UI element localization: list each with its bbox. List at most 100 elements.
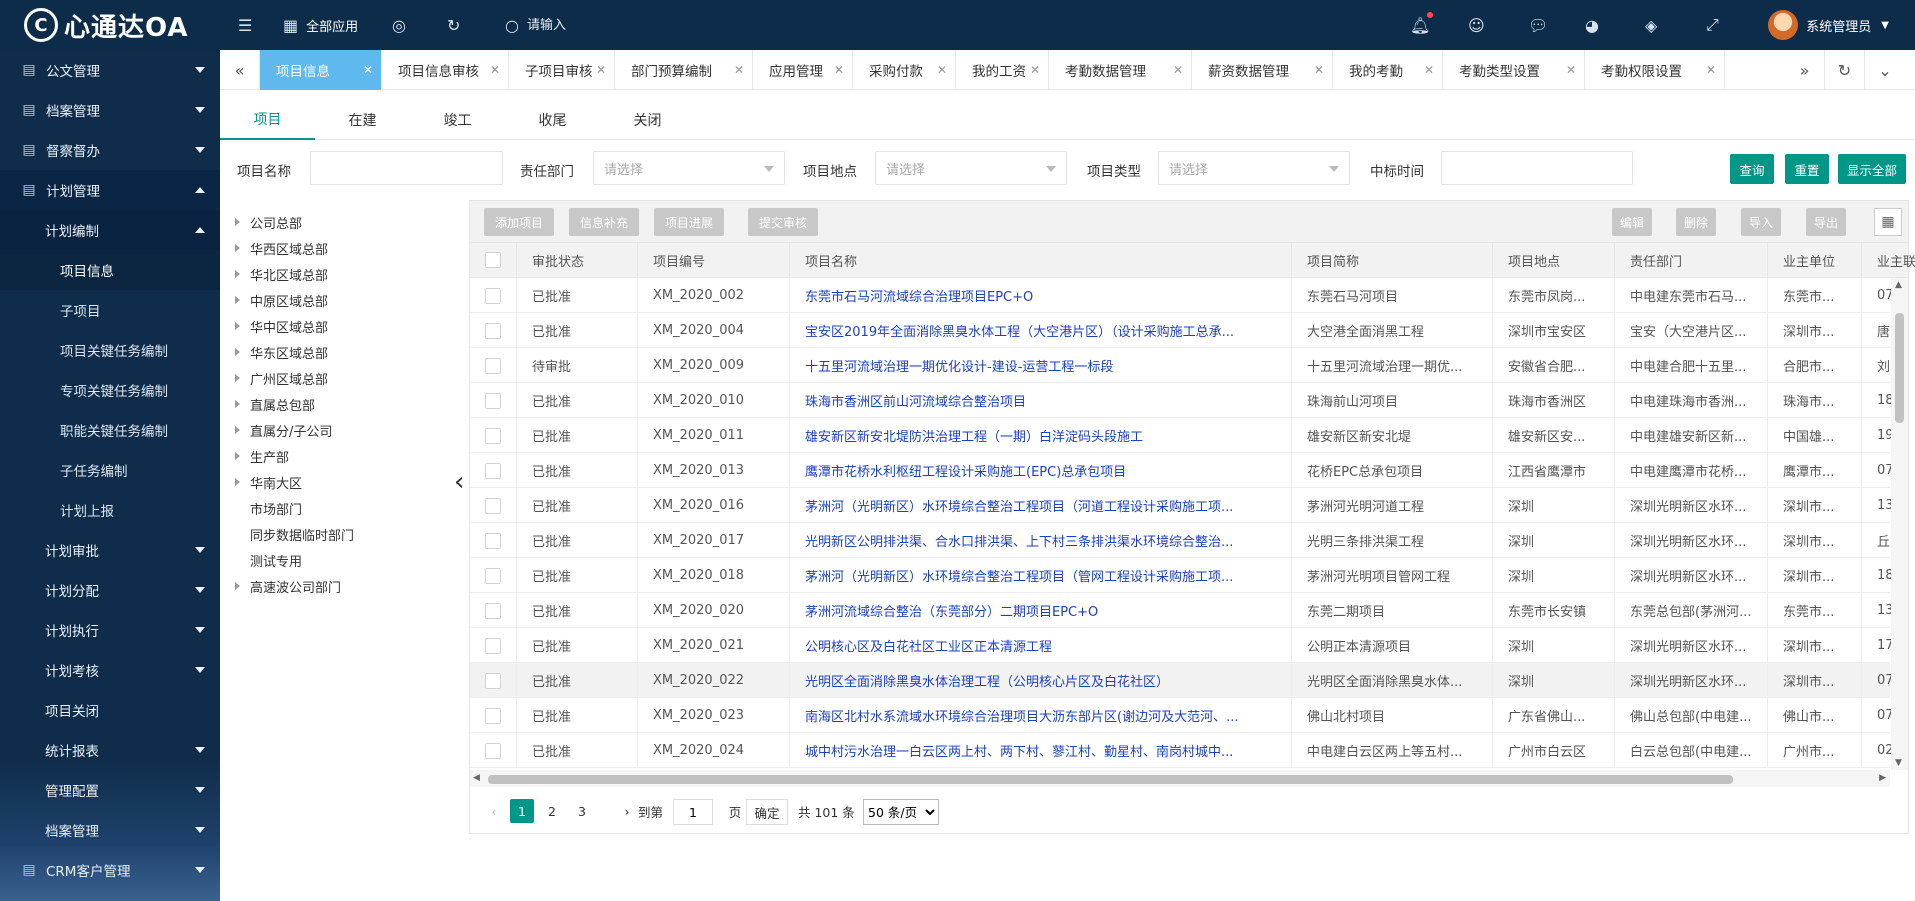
project-name-link[interactable]: 东莞市石马河流域综合治理项目EPC+O	[790, 278, 1292, 313]
chevron-right-icon[interactable]	[235, 296, 240, 304]
subtab[interactable]: 关闭	[600, 100, 695, 140]
sidebar-item[interactable]: 项目关闭	[0, 690, 220, 730]
subtab[interactable]: 收尾	[505, 100, 600, 140]
tab[interactable]: 应用管理 ✕	[753, 50, 853, 90]
table-row[interactable]: 已批准 XM_2020_002 东莞市石马河流域综合治理项目EPC+O 东莞石马河项目…	[470, 278, 1894, 313]
sidebar-item[interactable]: 职能关键任务编制	[0, 410, 220, 450]
toolbar-button[interactable]: 导出	[1806, 208, 1846, 236]
project-name-link[interactable]: 茅洲河（光明新区）水环境综合整治工程项目（管网工程设计采购施工项...	[790, 558, 1292, 593]
column-settings-icon[interactable]: ▦	[1874, 208, 1902, 236]
tab[interactable]: 我的考勤 ✕	[1333, 50, 1443, 90]
row-checkbox[interactable]	[485, 428, 501, 444]
contacts-icon[interactable]: ☺	[1468, 14, 1485, 36]
collapse-tree-chevron-icon[interactable]: ‹	[454, 467, 464, 497]
vertical-scrollbar[interactable]: ▲ ▼	[1891, 278, 1908, 770]
tab[interactable]: 考勤类型设置 ✕	[1443, 50, 1585, 90]
user-menu[interactable]: 系统管理员 ▼	[1768, 10, 1889, 40]
toolbar-button[interactable]: 删除	[1676, 208, 1716, 236]
project-name-link[interactable]: 珠海市香洲区前山河流域综合整治项目	[790, 383, 1292, 418]
row-checkbox[interactable]	[485, 638, 501, 654]
sidebar-item[interactable]: 档案管理	[0, 810, 220, 850]
table-row[interactable]: 已批准 XM_2020_024 城中村污水治理一白云区两上村、两下村、蓼江村、勤星村…	[470, 733, 1894, 768]
app-logo[interactable]: C 心通达OA	[0, 0, 220, 50]
chevron-right-icon[interactable]	[235, 374, 240, 382]
chevron-right-icon[interactable]	[235, 400, 240, 408]
chevron-right-icon[interactable]	[235, 270, 240, 278]
project-name-link[interactable]: 光明区全面消除黑臭水体治理工程（公明核心片区及白花社区）	[790, 663, 1292, 698]
chevron-right-icon[interactable]	[235, 348, 240, 356]
page-number[interactable]: 2	[540, 799, 564, 823]
tabs-scroll-right-icon[interactable]: »	[1785, 50, 1825, 90]
sidebar-item[interactable]: 统计报表	[0, 730, 220, 770]
table-row[interactable]: 已批准 XM_2020_011 雄安新区新安北堤防洪治理工程（一期）白洋淀码头段施工…	[470, 418, 1894, 453]
project-name-link[interactable]: 宝安区2019年全面消除黑臭水体工程（大空港片区）（设计采购施工总承...	[790, 313, 1292, 348]
tab[interactable]: 项目信息审核 ✕	[382, 50, 509, 90]
close-icon[interactable]: ✕	[1566, 63, 1576, 77]
horizontal-scroll-thumb[interactable]	[488, 775, 1733, 784]
tab-refresh-icon[interactable]: ↻	[1825, 50, 1865, 90]
table-row[interactable]: 已批准 XM_2020_016 茅洲河（光明新区）水环境综合整治工程项目（河道工程设…	[470, 488, 1894, 523]
tab[interactable]: 子项目审核 ✕	[509, 50, 615, 90]
project-name-link[interactable]: 茅洲河（光明新区）水环境综合整治工程项目（河道工程设计采购施工项...	[790, 488, 1292, 523]
dept-select[interactable]: 请选择	[593, 151, 785, 185]
close-icon[interactable]: ✕	[490, 63, 500, 77]
project-name-link[interactable]: 鹰潭市花桥水利枢纽工程设计采购施工(EPC)总承包项目	[790, 453, 1292, 488]
sidebar-item[interactable]: ▤ CRM客户管理	[0, 850, 220, 890]
close-icon[interactable]: ✕	[596, 63, 606, 77]
column-header[interactable]: 业主联	[1862, 243, 1915, 278]
table-row[interactable]: 已批准 XM_2020_023 南海区北村水系流域水环境综合治理项目大沥东部片区(谢…	[470, 698, 1894, 733]
close-icon[interactable]: ✕	[1173, 63, 1183, 77]
sidebar-item[interactable]: 计划考核	[0, 650, 220, 690]
row-checkbox[interactable]	[485, 708, 501, 724]
tab[interactable]: 我的工资 ✕	[956, 50, 1049, 90]
show-all-button[interactable]: 显示全部	[1838, 154, 1906, 184]
vertical-scroll-thumb[interactable]	[1895, 313, 1904, 423]
sidebar-item[interactable]: 管理配置	[0, 770, 220, 810]
table-row[interactable]: 已批准 XM_2020_018 茅洲河（光明新区）水环境综合整治工程项目（管网工程设…	[470, 558, 1894, 593]
project-name-link[interactable]: 光明新区公明排洪渠、合水口排洪渠、上下村三条排洪渠水环境综合整治...	[790, 523, 1292, 558]
close-icon[interactable]: ✕	[1030, 63, 1040, 77]
tab[interactable]: 部门预算编制 ✕	[615, 50, 753, 90]
tree-node[interactable]: 华西区域总部	[235, 237, 328, 259]
layers-icon[interactable]: ◈	[1645, 14, 1657, 36]
project-name-link[interactable]: 茅洲河流域综合整治（东莞部分）二期项目EPC+O	[790, 593, 1292, 628]
page-size-select[interactable]: 50 条/页	[863, 799, 939, 825]
table-row[interactable]: 已批准 XM_2020_022 光明区全面消除黑臭水体治理工程（公明核心片区及白花社…	[470, 663, 1894, 698]
sidebar-item[interactable]: 项目信息	[0, 250, 220, 290]
row-checkbox[interactable]	[485, 323, 501, 339]
sidebar-item[interactable]: 计划上报	[0, 490, 220, 530]
scroll-right-icon[interactable]: ▶	[1879, 773, 1886, 783]
sidebar-item[interactable]: 项目关键任务编制	[0, 330, 220, 370]
toolbar-button[interactable]: 提交审核	[748, 208, 818, 236]
menu-toggle-icon[interactable]: ☰	[238, 14, 252, 36]
row-checkbox[interactable]	[485, 358, 501, 374]
sidebar-item[interactable]: 计划执行	[0, 610, 220, 650]
row-checkbox[interactable]	[485, 498, 501, 514]
tree-node[interactable]: 公司总部	[235, 211, 302, 233]
sidebar-item[interactable]: ▤ 公文管理	[0, 50, 220, 90]
sidebar-item[interactable]: ▤ 督察督办	[0, 130, 220, 170]
tab[interactable]: 采购付款 ✕	[853, 50, 956, 90]
row-checkbox[interactable]	[485, 568, 501, 584]
subtab[interactable]: 竣工	[410, 100, 505, 140]
tree-node[interactable]: 华中区域总部	[235, 315, 328, 337]
subtab[interactable]: 项目	[220, 100, 315, 140]
tab-menu-chevron-icon[interactable]: ⌄	[1865, 50, 1905, 90]
refresh-icon[interactable]: ↻	[447, 14, 460, 36]
chevron-right-icon[interactable]	[235, 582, 240, 590]
row-checkbox[interactable]	[485, 393, 501, 409]
select-all-checkbox[interactable]	[485, 252, 501, 268]
column-header[interactable]: 项目名称	[790, 243, 1292, 278]
tree-node[interactable]: 市场部门	[235, 497, 302, 519]
project-name-link[interactable]: 城中村污水治理一白云区两上村、两下村、蓼江村、勤星村、南岗村城中...	[790, 733, 1292, 768]
tree-node[interactable]: 直属总包部	[235, 393, 315, 415]
tree-node[interactable]: 广州区域总部	[235, 367, 328, 389]
reset-button[interactable]: 重置	[1785, 154, 1829, 184]
table-row[interactable]: 已批准 XM_2020_004 宝安区2019年全面消除黑臭水体工程（大空港片区）（…	[470, 313, 1890, 348]
tab[interactable]: 薪资数据管理 ✕	[1192, 50, 1333, 90]
notification-bell-icon[interactable]: 🔔︎	[1410, 12, 1434, 36]
all-apps-button[interactable]: ▦ 全部应用	[283, 14, 358, 36]
row-checkbox[interactable]	[485, 673, 501, 689]
horizontal-scrollbar[interactable]: ◀ ▶	[470, 770, 1890, 787]
tree-node[interactable]: 测试专用	[235, 549, 302, 571]
